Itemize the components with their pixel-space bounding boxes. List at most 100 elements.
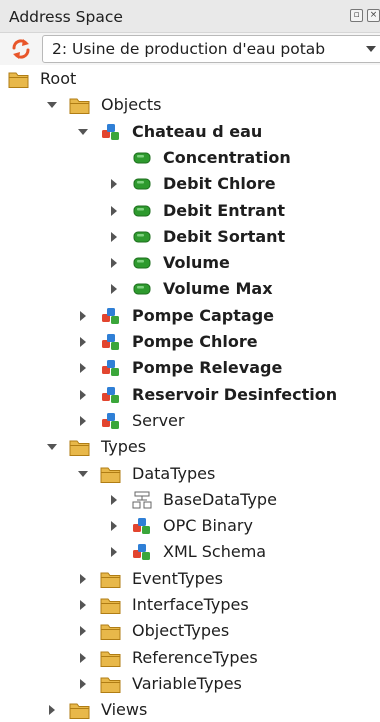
tree-node-label: InterfaceTypes [132, 595, 249, 614]
chevron-right-icon[interactable] [76, 387, 90, 403]
tree-node-label: Volume Max [163, 279, 273, 298]
tree-node-label: Debit Chlore [163, 174, 276, 193]
tree-node-label: Objects [101, 95, 162, 114]
variable-icon [133, 257, 151, 269]
object-icon [133, 518, 150, 534]
tree-node[interactable]: Debit Entrant [0, 198, 380, 224]
tree-node[interactable]: ReferenceTypes [0, 645, 380, 671]
tree-node[interactable]: Views [0, 697, 380, 722]
tree-node[interactable]: VariableTypes [0, 671, 380, 697]
panel-title: Address Space [9, 8, 123, 26]
chevron-right-icon[interactable] [107, 544, 121, 560]
chevron-right-icon[interactable] [107, 255, 121, 271]
tree-node-label: ObjectTypes [132, 621, 230, 640]
folder-icon [8, 72, 29, 88]
tree-node-label: XML Schema [163, 542, 267, 561]
chevron-down-icon[interactable] [76, 124, 90, 140]
refresh-icon[interactable] [10, 38, 32, 60]
tree-node[interactable]: Types [0, 434, 380, 460]
tree-node[interactable]: DataTypes [0, 461, 380, 487]
variable-icon [133, 205, 151, 217]
tree-node[interactable]: EventTypes [0, 566, 380, 592]
tree-node[interactable]: BaseDataType [0, 487, 380, 513]
chevron-down-icon[interactable] [76, 466, 90, 482]
tree-node-label: OPC Binary [163, 516, 253, 535]
tree-node-label: BaseDataType [163, 490, 277, 509]
folder-icon [69, 703, 90, 719]
chevron-right-icon[interactable] [76, 360, 90, 376]
tree-node-label: Reservoir Desinfection [132, 385, 338, 404]
tree-node[interactable]: Pompe Captage [0, 303, 380, 329]
tree-node-label: EventTypes [132, 569, 223, 588]
tree-node[interactable]: Debit Sortant [0, 224, 380, 250]
variable-icon [133, 178, 151, 190]
chevron-right-icon[interactable] [107, 203, 121, 219]
tree-node[interactable]: Objects [0, 92, 380, 118]
object-icon [102, 334, 119, 350]
tree-node-label: Views [101, 700, 148, 719]
object-icon [102, 124, 119, 140]
tree-node-label: Debit Sortant [163, 227, 286, 246]
folder-icon [100, 572, 121, 588]
float-panel-icon[interactable]: ▫ [350, 9, 363, 22]
datatype-icon [132, 491, 152, 509]
chevron-right-icon[interactable] [76, 597, 90, 613]
tree-node-label: DataTypes [132, 464, 216, 483]
tree-node-label: Server [132, 411, 185, 430]
tree-node[interactable]: OPC Binary [0, 513, 380, 539]
tree-node[interactable]: Volume Max [0, 276, 380, 302]
chevron-right-icon[interactable] [107, 518, 121, 534]
chevron-right-icon[interactable] [76, 676, 90, 692]
chevron-down-icon[interactable] [45, 439, 59, 455]
tree-node-label: Chateau d eau [132, 122, 263, 141]
chevron-right-icon[interactable] [107, 176, 121, 192]
variable-icon [133, 231, 151, 243]
close-panel-icon[interactable]: × [367, 9, 380, 22]
tree-node[interactable]: Debit Chlore [0, 171, 380, 197]
chevron-right-icon[interactable] [107, 281, 121, 297]
chevron-right-icon[interactable] [76, 650, 90, 666]
tree-node[interactable]: Server [0, 408, 380, 434]
tree-node-label: Concentration [163, 148, 291, 167]
chevron-right-icon[interactable] [76, 334, 90, 350]
chevron-right-icon[interactable] [76, 623, 90, 639]
chevron-right-icon[interactable] [76, 413, 90, 429]
object-icon [133, 544, 150, 560]
chevron-right-icon[interactable] [76, 308, 90, 324]
tree-node[interactable]: Root [0, 66, 380, 92]
variable-icon [133, 283, 151, 295]
tree-node-label: ReferenceTypes [132, 648, 258, 667]
tree-node[interactable]: XML Schema [0, 539, 380, 565]
server-select[interactable]: 2: Usine de production d'eau potab [42, 35, 380, 63]
tree-node-label: Pompe Relevage [132, 358, 283, 377]
tree-node[interactable]: Pompe Chlore [0, 329, 380, 355]
tree-node-label: Root [40, 69, 77, 88]
object-icon [102, 308, 119, 324]
variable-icon [133, 152, 151, 164]
chevron-right-icon[interactable] [45, 702, 59, 718]
chevron-right-icon[interactable] [107, 229, 121, 245]
folder-icon [100, 677, 121, 693]
panel-titlebar: Address Space ▫ × [0, 0, 380, 33]
chevron-right-icon[interactable] [76, 571, 90, 587]
server-select-value: 2: Usine de production d'eau potab [52, 40, 326, 58]
tree-node[interactable]: InterfaceTypes [0, 592, 380, 618]
tree-node-label: Pompe Captage [132, 306, 275, 325]
object-icon [102, 360, 119, 376]
tree-node[interactable]: Reservoir Desinfection [0, 382, 380, 408]
chevron-down-icon[interactable] [45, 97, 59, 113]
tree-node[interactable]: Concentration [0, 145, 380, 171]
tree-node-label: Types [101, 437, 147, 456]
tree-node[interactable]: Volume [0, 250, 380, 276]
chevron-right-icon[interactable] [107, 492, 121, 508]
tree-node[interactable]: ObjectTypes [0, 618, 380, 644]
tree-node-label: Volume [163, 253, 230, 272]
folder-icon [69, 440, 90, 456]
tree-node-label: Debit Entrant [163, 201, 285, 220]
tree-node[interactable]: Chateau d eau [0, 119, 380, 145]
object-icon [102, 413, 119, 429]
tree-node-label: VariableTypes [132, 674, 242, 693]
tree-node[interactable]: Pompe Relevage [0, 355, 380, 381]
folder-icon [69, 98, 90, 114]
chevron-down-icon[interactable] [361, 36, 380, 62]
